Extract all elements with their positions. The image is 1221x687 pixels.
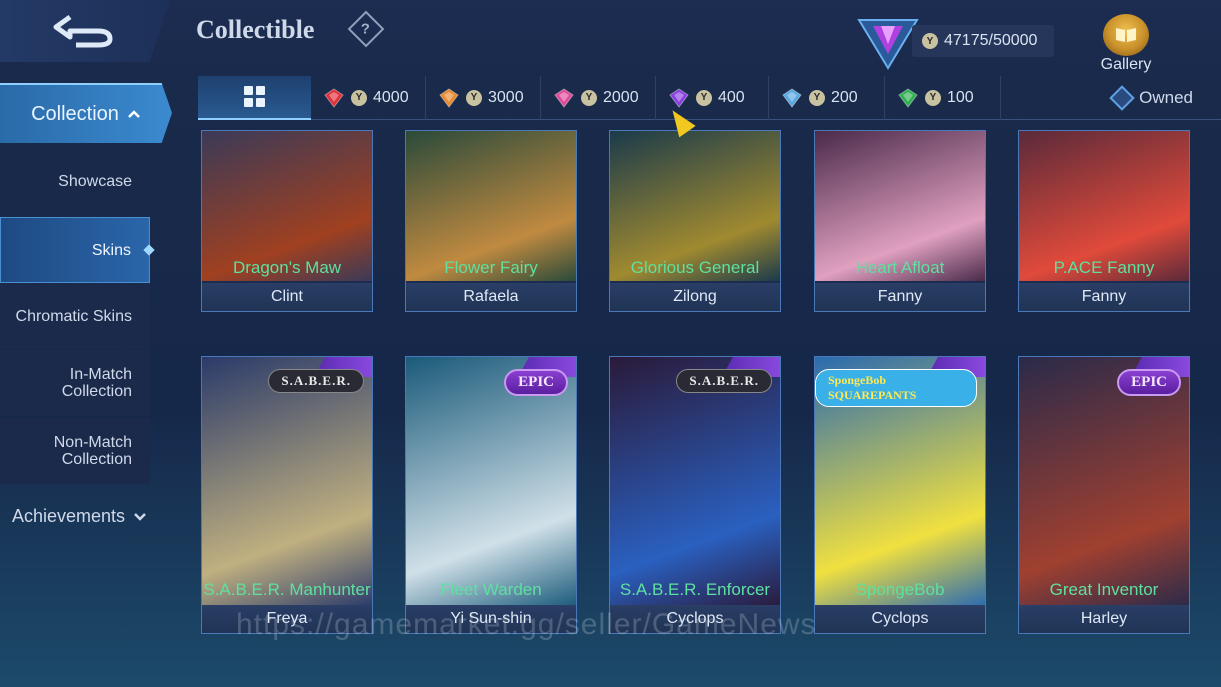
skin-badge: EPIC xyxy=(504,369,568,396)
filter-tab-3000[interactable]: Y 3000 xyxy=(426,75,541,120)
skin-name: Fleet Warden xyxy=(440,580,542,599)
skin-card[interactable]: Dragon's Maw Clint xyxy=(201,130,373,312)
sidebar-item-skins[interactable]: Skins xyxy=(0,217,155,283)
filter-tab-value: 4000 xyxy=(373,88,409,106)
page-title: Collectible xyxy=(196,15,315,44)
sidebar-item-label: In-Match Collection xyxy=(61,366,132,400)
filter-all-tab[interactable] xyxy=(198,75,311,120)
skin-name: S.A.B.E.R. Enforcer xyxy=(619,580,771,599)
gallery-button[interactable]: Gallery xyxy=(1098,14,1154,74)
filter-tab-200[interactable]: Y 200 xyxy=(769,75,885,120)
skin-name: Glorious General xyxy=(630,258,760,277)
skin-name: Heart Afloat xyxy=(855,258,945,277)
coin-icon: Y xyxy=(922,33,938,49)
skin-card[interactable]: P.ACE Fanny Fanny xyxy=(1018,130,1190,312)
rarity-filter-bar: Y 4000 Y 3000 Y 2000 Y 400 Y 200 Y 100 Owned xyxy=(198,75,1221,120)
sidebar-achievements[interactable]: Achievements xyxy=(12,506,147,527)
sidebar: Collection Showcase Skins Chromatic Skin… xyxy=(0,78,180,687)
coin-icon: Y xyxy=(581,89,597,106)
coin-icon: Y xyxy=(925,89,941,106)
filter-tab-2000[interactable]: Y 2000 xyxy=(541,75,656,120)
filter-tab-value: 400 xyxy=(718,88,745,106)
skin-card[interactable]: SpongeBob SQUAREPANTS SpongeBob Cyclops xyxy=(814,356,986,634)
achievements-label: Achievements xyxy=(12,506,126,526)
selected-indicator xyxy=(143,244,155,256)
sidebar-collection-label: Collection xyxy=(31,102,119,125)
skin-badge: S.A.B.E.R. xyxy=(676,369,772,393)
skin-name: Great Inventor xyxy=(1049,580,1159,599)
coin-icon: Y xyxy=(696,89,712,106)
owned-label: Owned xyxy=(1139,87,1193,107)
coin-icon: Y xyxy=(351,89,367,106)
gallery-label: Gallery xyxy=(1100,56,1152,73)
skin-card[interactable]: Heart Afloat Fanny xyxy=(814,130,986,312)
sidebar-item-showcase[interactable]: Showcase xyxy=(0,148,150,214)
sidebar-item-non-match-collection[interactable]: Non-Match Collection xyxy=(0,418,150,484)
skin-card[interactable]: Glorious General Zilong xyxy=(609,130,781,312)
coin-icon: Y xyxy=(809,89,825,106)
hero-name: Fanny xyxy=(815,283,985,311)
filter-tab-value: 3000 xyxy=(488,88,524,106)
grid-icon xyxy=(244,86,265,107)
skin-card[interactable]: EPIC Great Inventor Harley xyxy=(1018,356,1190,634)
help-label: ? xyxy=(361,20,371,38)
sidebar-item-label: Skins xyxy=(91,241,131,259)
sidebar-item-label: Chromatic Skins xyxy=(15,307,132,325)
gem-icon xyxy=(554,87,574,108)
hero-name: Zilong xyxy=(610,283,780,311)
coin-icon: Y xyxy=(466,89,482,106)
filter-tab-value: 200 xyxy=(831,88,858,106)
back-arrow-icon xyxy=(53,14,113,48)
top-bar: Collectible ? Y 47175/50000 Gallery xyxy=(0,0,1221,78)
skin-card[interactable]: EPIC Fleet Warden Yi Sun-shin xyxy=(405,356,577,634)
filter-tab-4000[interactable]: Y 4000 xyxy=(311,75,426,120)
gem-icon xyxy=(898,87,918,108)
gem-icon xyxy=(439,87,459,108)
skin-name: Flower Fairy xyxy=(444,258,538,277)
skin-name: SpongeBob xyxy=(855,580,945,599)
points-value: 47175/50000 xyxy=(944,32,1038,49)
skin-art xyxy=(610,357,780,607)
sidebar-collection[interactable]: Collection xyxy=(0,83,172,143)
skin-art xyxy=(202,357,372,607)
help-icon[interactable]: ? xyxy=(347,10,385,48)
chevron-up-icon xyxy=(128,110,140,118)
skin-badge: SpongeBob SQUAREPANTS xyxy=(815,369,977,407)
hero-name: Rafaela xyxy=(406,283,576,311)
hero-name: Fanny xyxy=(1019,283,1189,311)
filter-tabs: Y 4000 Y 3000 Y 2000 Y 400 Y 200 Y 100 xyxy=(311,75,1001,120)
sidebar-item-label: Showcase xyxy=(58,172,132,190)
filter-tab-value: 100 xyxy=(947,88,974,106)
collection-points: Y 47175/50000 xyxy=(912,25,1054,57)
skin-name: S.A.B.E.R. Manhunter xyxy=(203,580,371,599)
hero-name: Cyclops xyxy=(815,605,985,633)
chevron-down-icon xyxy=(134,512,146,521)
skin-card[interactable]: Flower Fairy Rafaela xyxy=(405,130,577,312)
filter-tab-100[interactable]: Y 100 xyxy=(885,75,1001,120)
back-button[interactable] xyxy=(0,0,170,62)
watermark: https://gamemarket.gg/seller/GameNews xyxy=(236,608,817,641)
hero-name: Harley xyxy=(1019,605,1189,633)
gem-icon xyxy=(324,87,344,108)
skin-badge: EPIC xyxy=(1117,369,1181,396)
filter-tab-value: 2000 xyxy=(603,88,639,106)
sidebar-item-chromatic-skins[interactable]: Chromatic Skins xyxy=(0,283,150,349)
skin-name: P.ACE Fanny xyxy=(1053,258,1155,277)
book-icon xyxy=(1103,14,1149,56)
sidebar-item-in-match-collection[interactable]: In-Match Collection xyxy=(0,350,150,416)
gem-icon xyxy=(782,87,802,108)
skin-card[interactable]: S.A.B.E.R. S.A.B.E.R. Manhunter Freya xyxy=(201,356,373,634)
owned-filter[interactable]: Owned xyxy=(1109,84,1221,111)
skin-badge: S.A.B.E.R. xyxy=(268,369,364,393)
skin-card[interactable]: S.A.B.E.R. S.A.B.E.R. Enforcer Cyclops xyxy=(609,356,781,634)
skin-name: Dragon's Maw xyxy=(232,258,342,277)
hero-name: Clint xyxy=(202,283,372,311)
sidebar-item-label: Non-Match Collection xyxy=(53,434,132,468)
diamond-icon xyxy=(1109,84,1135,111)
